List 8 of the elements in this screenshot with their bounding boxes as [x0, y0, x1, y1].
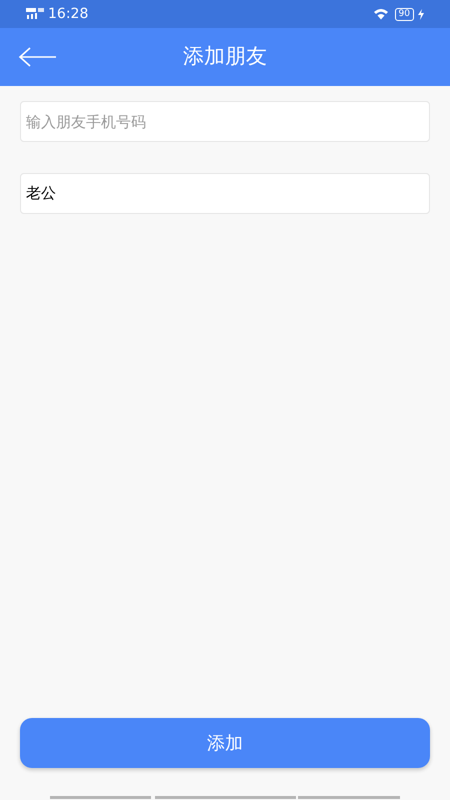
page-title: 添加朋友 — [183, 43, 267, 70]
status-time: 16:28 — [48, 4, 88, 24]
charging-icon — [418, 8, 424, 20]
battery-indicator: 90 — [394, 8, 414, 20]
wifi-icon — [372, 8, 389, 20]
input-field[interactable]: 输入朋友手机号码 — [20, 101, 430, 142]
input-field[interactable]: 老公 — [20, 173, 430, 214]
cellular-signal-icon — [26, 8, 44, 20]
